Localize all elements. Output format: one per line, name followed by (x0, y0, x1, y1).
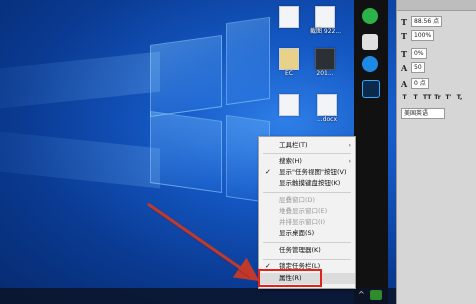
arrow-shaft-shadow (149, 207, 251, 279)
arrow-shaft (147, 202, 260, 282)
annotation-arrow (147, 202, 260, 282)
